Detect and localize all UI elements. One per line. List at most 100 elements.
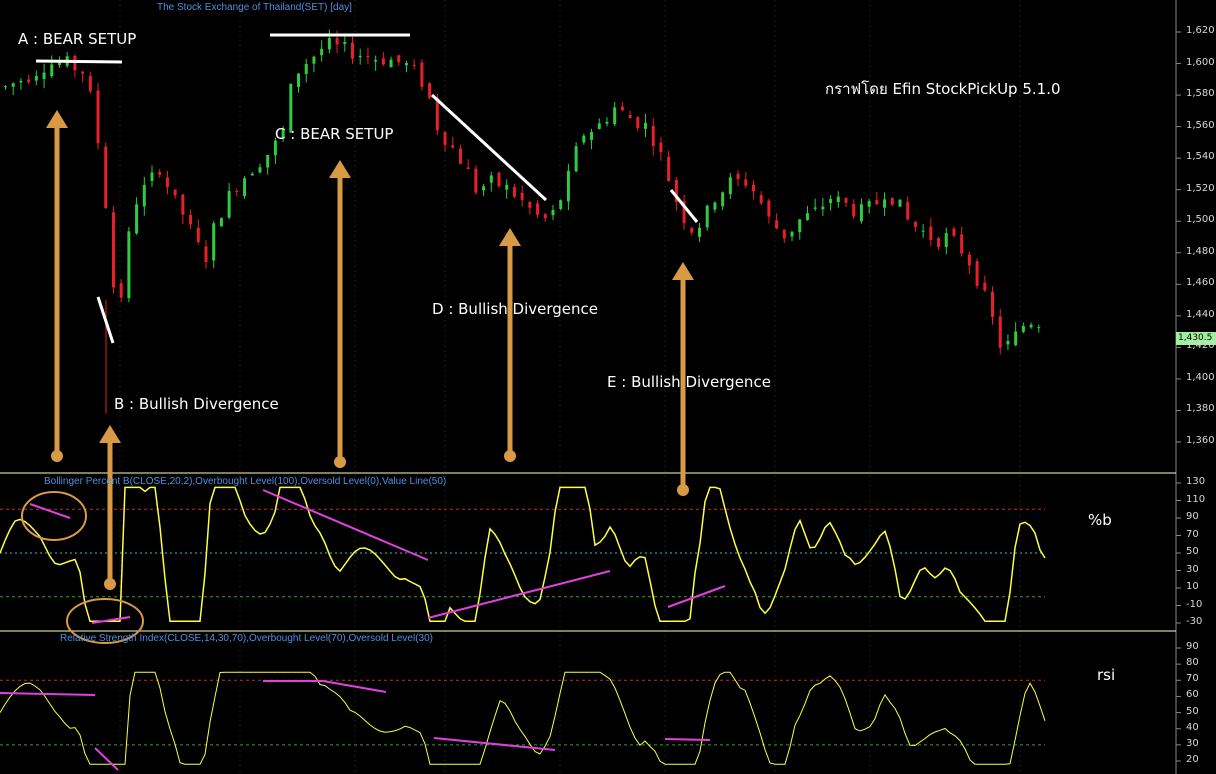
rsi-tick-label: 20 — [1186, 754, 1199, 765]
candle-body — [27, 79, 31, 83]
trend-line — [430, 93, 548, 202]
candle-body — [96, 90, 100, 144]
candle-body — [713, 202, 717, 210]
candle-body — [782, 229, 786, 239]
price-tick-label: 1,540 — [1186, 151, 1215, 163]
candle-body — [150, 172, 154, 181]
candle-body — [543, 214, 547, 219]
candle-body — [173, 189, 177, 196]
divergence-line — [262, 489, 429, 561]
candle-body — [867, 201, 871, 207]
candle-body — [597, 123, 601, 130]
candle-body — [829, 198, 833, 204]
candle-body — [428, 83, 432, 98]
percent-b-tick-label: -30 — [1186, 616, 1203, 627]
candle-body — [189, 215, 193, 225]
candle-body — [705, 205, 709, 228]
candle-body — [219, 218, 223, 227]
percent-b-tick-label: -10 — [1186, 598, 1203, 610]
candle-body — [590, 132, 594, 141]
arrow-tail-dot — [504, 450, 516, 462]
price-tick-label: 1,560 — [1186, 119, 1215, 131]
candle-body — [536, 203, 540, 215]
candle-body — [135, 204, 139, 234]
candle-body — [798, 219, 802, 233]
candle-body — [19, 80, 23, 83]
candle-body — [929, 226, 933, 240]
rsi-tick-label: 90 — [1186, 641, 1199, 652]
candle-body — [127, 231, 131, 299]
candle-body — [366, 55, 370, 58]
arrow-tail-dot — [51, 450, 63, 462]
candle-body — [836, 196, 840, 203]
candle-body — [559, 200, 563, 209]
candle-body — [4, 86, 7, 88]
percent-b-tick-label: 130 — [1186, 476, 1206, 487]
price-tick-label: 1,400 — [1186, 371, 1215, 383]
arrow-head — [672, 262, 694, 280]
candle-body — [759, 195, 763, 204]
rsi-tick-label: 80 — [1186, 657, 1199, 669]
candle-body — [566, 170, 570, 202]
candle-body — [605, 121, 609, 124]
candle-body — [243, 178, 247, 196]
candle-body — [620, 106, 624, 111]
candle-body — [81, 71, 85, 74]
candle-body — [412, 64, 416, 66]
candle-body — [574, 146, 578, 172]
candle-body — [304, 64, 308, 75]
percent-b-tick-label: 10 — [1186, 581, 1199, 592]
candle-body — [967, 254, 971, 266]
candle-body — [1021, 326, 1025, 332]
candle-body — [852, 203, 856, 217]
candle-body — [890, 197, 894, 205]
annotation-d: D : Bullish Divergence — [432, 300, 598, 318]
candle-body — [158, 171, 162, 175]
price-tick-label: 1,580 — [1186, 88, 1215, 100]
candle-body — [119, 283, 123, 298]
candle-body — [181, 194, 185, 215]
candle-body — [952, 228, 956, 236]
candle-body — [404, 62, 408, 66]
percent-b-tick-label: 30 — [1186, 563, 1199, 575]
candle-body — [983, 282, 987, 291]
candle-body — [397, 55, 401, 63]
divergence-line — [29, 503, 71, 519]
candle-body — [88, 76, 92, 92]
watermark: กราฟโดย Efin StockPickUp 5.1.0 — [825, 80, 1061, 98]
percent-b-label: %b — [1088, 511, 1112, 529]
candle-body — [1029, 324, 1033, 328]
price-tick-label: 1,520 — [1186, 182, 1215, 194]
candle-body — [104, 146, 108, 209]
candle-body — [50, 64, 54, 77]
candle-body — [520, 192, 524, 200]
candle-body — [751, 184, 755, 192]
candle-body — [320, 48, 324, 56]
candle-body — [898, 199, 902, 207]
candle-body — [651, 125, 655, 147]
candle-body — [351, 42, 354, 59]
candle-body — [767, 200, 771, 217]
percent-b-line — [0, 486, 1046, 623]
candle-body — [744, 179, 748, 186]
candle-body — [57, 62, 61, 66]
candle-body — [212, 223, 216, 261]
price-tick-label: 1,480 — [1186, 245, 1215, 257]
candle-body — [381, 58, 385, 65]
price-tick-label: 1,460 — [1186, 277, 1215, 289]
candle-body — [512, 187, 516, 197]
candle-body — [389, 59, 393, 68]
candle-body — [420, 62, 424, 87]
candle-body — [883, 199, 887, 208]
candle-body — [34, 75, 38, 81]
candle-body — [644, 122, 648, 129]
percent-b-tick-label: 50 — [1186, 546, 1199, 557]
candle-body — [859, 204, 863, 222]
candle-body — [1006, 340, 1010, 345]
divergence-line — [664, 738, 711, 741]
candle-body — [266, 154, 270, 168]
candle-body — [913, 221, 917, 227]
candle-body — [736, 173, 740, 180]
price-tick-label: 1,360 — [1186, 435, 1215, 446]
candle-body — [482, 186, 486, 191]
